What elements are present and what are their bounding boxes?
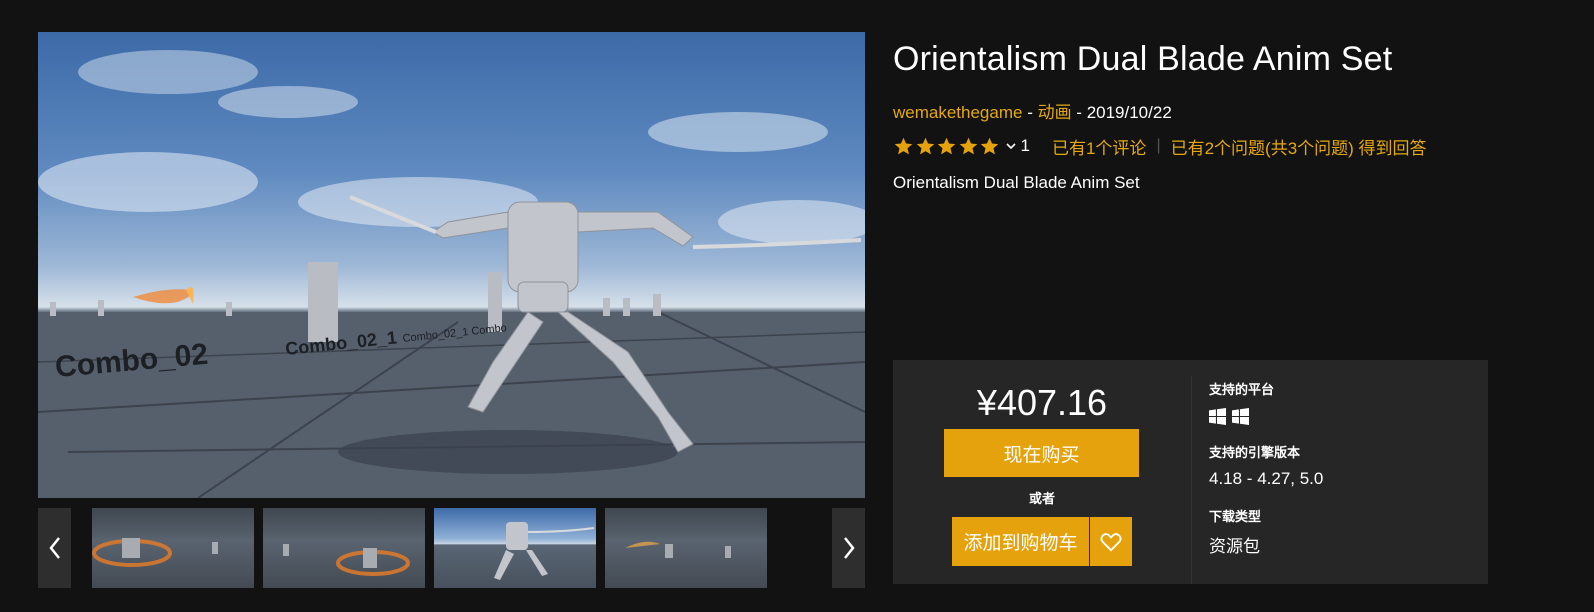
product-subtitle: Orientalism Dual Blade Anim Set [893, 173, 1140, 192]
platform-icons [1209, 408, 1249, 425]
meta-separator: - [1071, 103, 1087, 122]
main-screenshot[interactable]: Combo_02 Combo_02_1 Combo_02_1 Combo [38, 32, 865, 498]
divider: | [1156, 137, 1161, 154]
thumbnail-3[interactable] [434, 508, 596, 588]
release-date: 2019/10/22 [1086, 103, 1172, 122]
questions-link[interactable]: 已有2个问题(共3个问题) 得到回答 [1171, 134, 1427, 159]
platform-label: 支持的平台 [1209, 382, 1275, 397]
price-column: ¥407.16 现在购买 或者 添加到购物车 [893, 360, 1191, 584]
chevron-right-icon [843, 537, 855, 559]
product-meta: wemakethegame - 动画 - 2019/10/22 [893, 98, 1172, 123]
heart-icon [1100, 532, 1122, 551]
buy-now-button[interactable]: 现在购买 [944, 429, 1139, 477]
rating-row: 1 已有1个评论 | 已有2个问题(共3个问题) 得到回答 [893, 134, 1427, 158]
or-label: 或者 [1028, 491, 1055, 506]
rating-count: 1 [1020, 136, 1030, 155]
thumbnail-2[interactable] [263, 508, 425, 588]
column-divider [1191, 376, 1192, 584]
gallery-next-button[interactable] [832, 508, 865, 588]
engine-version-label: 支持的引擎版本 [1209, 445, 1301, 460]
engine-version-value: 4.18 - 4.27, 5.0 [1209, 469, 1324, 488]
star-icon [894, 137, 913, 154]
download-type-value: 资源包 [1209, 537, 1260, 556]
star-icon [916, 137, 934, 154]
windows-icon [1209, 408, 1226, 425]
price: ¥407.16 [976, 382, 1108, 423]
thumbnail-strip [38, 508, 865, 588]
chevron-left-icon [48, 537, 60, 559]
windows-icon [1232, 408, 1249, 425]
star-icon [980, 137, 999, 154]
author-link[interactable]: wemakethegame [893, 103, 1022, 122]
reviews-link[interactable]: 已有1个评论 [1052, 134, 1146, 159]
product-title: Orientalism Dual Blade Anim Set [893, 40, 1393, 78]
thumbnail-4[interactable] [605, 508, 767, 588]
wishlist-button[interactable] [1090, 517, 1132, 566]
star-icon [937, 137, 956, 154]
add-to-cart-button[interactable]: 添加到购物车 [952, 517, 1089, 566]
star-icon [959, 137, 977, 154]
download-type-label: 下载类型 [1209, 509, 1262, 524]
star-rating[interactable] [893, 136, 1001, 157]
gallery-prev-button[interactable] [38, 508, 71, 588]
product-page: Combo_02 Combo_02_1 Combo_02_1 Combo Ori… [0, 0, 1594, 612]
thumbnail-1[interactable] [92, 508, 254, 588]
meta-separator: - [1022, 103, 1038, 122]
chevron-down-icon[interactable] [1005, 140, 1017, 152]
purchase-panel: ¥407.16 现在购买 或者 添加到购物车 支持的平台 支持的引擎版本 4.1… [893, 360, 1488, 584]
category-link[interactable]: 动画 [1038, 103, 1072, 122]
